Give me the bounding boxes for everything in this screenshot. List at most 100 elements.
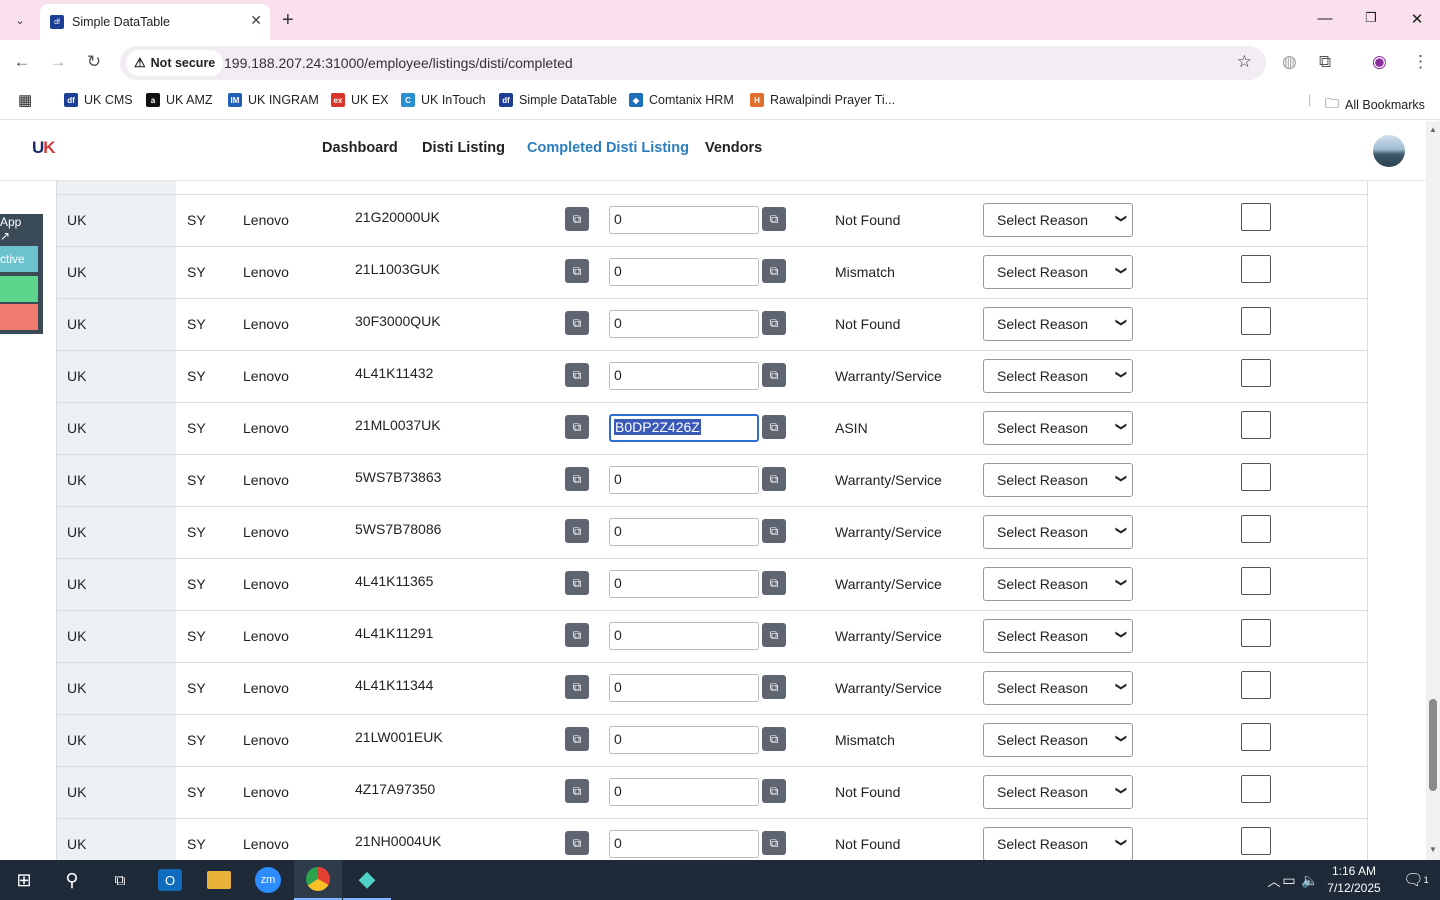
- zoom-icon[interactable]: zm: [244, 860, 292, 900]
- copy-sku-icon[interactable]: ⧉: [565, 363, 589, 387]
- reason-select[interactable]: Select Reason ❯: [983, 567, 1133, 601]
- notifications-icon[interactable]: 🗨 1: [1392, 860, 1440, 900]
- address-bar[interactable]: ⚠ Not secure 199.188.207.24:31000/employ…: [120, 46, 1266, 80]
- value-input[interactable]: 0: [609, 778, 759, 806]
- tab-search-chevron-icon[interactable]: ⌄: [8, 8, 32, 32]
- bookmark-item[interactable]: a UK AMZ: [146, 93, 213, 107]
- copy-sku-icon[interactable]: ⧉: [565, 259, 589, 283]
- value-input[interactable]: 0: [609, 726, 759, 754]
- browser-tab[interactable]: df Simple DataTable ✕: [40, 4, 270, 40]
- copy-sku-icon[interactable]: ⧉: [565, 571, 589, 595]
- bookmark-item[interactable]: df Simple DataTable: [499, 93, 617, 107]
- side-active-tag[interactable]: ctive: [0, 246, 38, 272]
- url-text[interactable]: 199.188.207.24:31000/employee/listings/d…: [224, 55, 573, 71]
- scroll-down-icon[interactable]: ▼: [1429, 845, 1437, 854]
- translate-globe-icon[interactable]: ◍: [1282, 52, 1297, 72]
- nav-disti-listing[interactable]: Disti Listing: [422, 140, 505, 156]
- bookmark-item[interactable]: H Rawalpindi Prayer Ti...: [750, 93, 895, 107]
- copy-sku-icon[interactable]: ⧉: [565, 519, 589, 543]
- value-input[interactable]: 0: [609, 362, 759, 390]
- reason-select[interactable]: Select Reason ❯: [983, 515, 1133, 549]
- app-diamond-icon[interactable]: ◆: [343, 860, 391, 900]
- row-checkbox[interactable]: [1241, 723, 1271, 751]
- apps-grid-icon[interactable]: ▦: [18, 91, 32, 109]
- bookmark-item[interactable]: C UK InTouch: [401, 93, 486, 107]
- copy-sku-icon[interactable]: ⧉: [565, 675, 589, 699]
- bookmark-star-icon[interactable]: ☆: [1237, 52, 1252, 72]
- row-checkbox[interactable]: [1241, 775, 1271, 803]
- window-close-icon[interactable]: ✕: [1407, 10, 1427, 28]
- side-app-link[interactable]: App ↗: [0, 215, 38, 243]
- taskbar-clock[interactable]: 1:16 AM 7/12/2025: [1318, 863, 1390, 897]
- extensions-puzzle-icon[interactable]: ⧉: [1319, 52, 1331, 72]
- paste-value-icon[interactable]: ⧉: [762, 207, 786, 231]
- reload-icon[interactable]: ↻: [82, 52, 106, 72]
- row-checkbox[interactable]: [1241, 515, 1271, 543]
- tab-close-icon[interactable]: ✕: [250, 12, 262, 29]
- reason-select[interactable]: Select Reason ❯: [983, 307, 1133, 341]
- new-tab-plus-icon[interactable]: +: [282, 8, 294, 32]
- reason-select[interactable]: Select Reason ❯: [983, 203, 1133, 237]
- row-checkbox[interactable]: [1241, 203, 1271, 231]
- scrollbar-thumb[interactable]: [1429, 699, 1437, 791]
- task-view-icon[interactable]: ⧉: [96, 860, 144, 900]
- row-checkbox[interactable]: [1241, 359, 1271, 387]
- row-checkbox[interactable]: [1241, 619, 1271, 647]
- row-checkbox[interactable]: [1241, 671, 1271, 699]
- row-checkbox[interactable]: [1241, 567, 1271, 595]
- nav-vendors[interactable]: Vendors: [705, 140, 762, 156]
- copy-sku-icon[interactable]: ⧉: [565, 207, 589, 231]
- copy-sku-icon[interactable]: ⧉: [565, 779, 589, 803]
- copy-sku-icon[interactable]: ⧉: [565, 831, 589, 855]
- paste-value-icon[interactable]: ⧉: [762, 831, 786, 855]
- page-scrollbar[interactable]: ▲ ▼: [1426, 121, 1440, 860]
- paste-value-icon[interactable]: ⧉: [762, 675, 786, 699]
- paste-value-icon[interactable]: ⧉: [762, 727, 786, 751]
- all-bookmarks[interactable]: 🗀 All Bookmarks: [1325, 93, 1425, 117]
- reason-select[interactable]: Select Reason ❯: [983, 411, 1133, 445]
- minimize-icon[interactable]: —: [1315, 10, 1335, 27]
- paste-value-icon[interactable]: ⧉: [762, 415, 786, 439]
- side-green-tag[interactable]: [0, 276, 38, 302]
- reason-select[interactable]: Select Reason ❯: [983, 359, 1133, 393]
- value-input[interactable]: 0: [609, 830, 759, 858]
- bookmark-item[interactable]: ◆ Comtanix HRM: [629, 93, 734, 107]
- value-input[interactable]: 0: [609, 622, 759, 650]
- value-input[interactable]: 0: [609, 466, 759, 494]
- reason-select[interactable]: Select Reason ❯: [983, 723, 1133, 757]
- value-input[interactable]: 0: [609, 258, 759, 286]
- outlook-icon[interactable]: O: [146, 860, 194, 900]
- nav-dashboard[interactable]: Dashboard: [322, 140, 398, 156]
- value-input[interactable]: 0: [609, 674, 759, 702]
- paste-value-icon[interactable]: ⧉: [762, 363, 786, 387]
- reason-select[interactable]: Select Reason ❯: [983, 775, 1133, 809]
- value-input[interactable]: 0: [609, 310, 759, 338]
- kebab-menu-icon[interactable]: ⋮: [1412, 52, 1429, 72]
- file-explorer-icon[interactable]: [195, 860, 243, 900]
- paste-value-icon[interactable]: ⧉: [762, 779, 786, 803]
- forward-arrow-icon[interactable]: →: [46, 52, 70, 72]
- value-input[interactable]: B0DP2Z426Z: [609, 414, 759, 442]
- reason-select[interactable]: Select Reason ❯: [983, 255, 1133, 289]
- copy-sku-icon[interactable]: ⧉: [565, 623, 589, 647]
- reason-select[interactable]: Select Reason ❯: [983, 619, 1133, 653]
- value-input[interactable]: 0: [609, 570, 759, 598]
- paste-value-icon[interactable]: ⧉: [762, 311, 786, 335]
- restore-icon[interactable]: ❐: [1361, 10, 1381, 26]
- uk-logo[interactable]: UK: [32, 138, 56, 158]
- bookmark-item[interactable]: ex UK EX: [331, 93, 389, 107]
- side-red-tag[interactable]: [0, 304, 38, 330]
- value-input[interactable]: 0: [609, 206, 759, 234]
- paste-value-icon[interactable]: ⧉: [762, 259, 786, 283]
- paste-value-icon[interactable]: ⧉: [762, 623, 786, 647]
- paste-value-icon[interactable]: ⧉: [762, 467, 786, 491]
- bookmark-item[interactable]: IM UK INGRAM: [228, 93, 319, 107]
- chrome-icon[interactable]: [294, 860, 342, 900]
- copy-sku-icon[interactable]: ⧉: [565, 467, 589, 491]
- reason-select[interactable]: Select Reason ❯: [983, 463, 1133, 497]
- nav-completed-disti-listing[interactable]: Completed Disti Listing: [527, 140, 689, 156]
- copy-sku-icon[interactable]: ⧉: [565, 415, 589, 439]
- avatar[interactable]: [1373, 135, 1405, 167]
- back-arrow-icon[interactable]: ←: [10, 52, 34, 72]
- bookmark-item[interactable]: df UK CMS: [64, 93, 133, 107]
